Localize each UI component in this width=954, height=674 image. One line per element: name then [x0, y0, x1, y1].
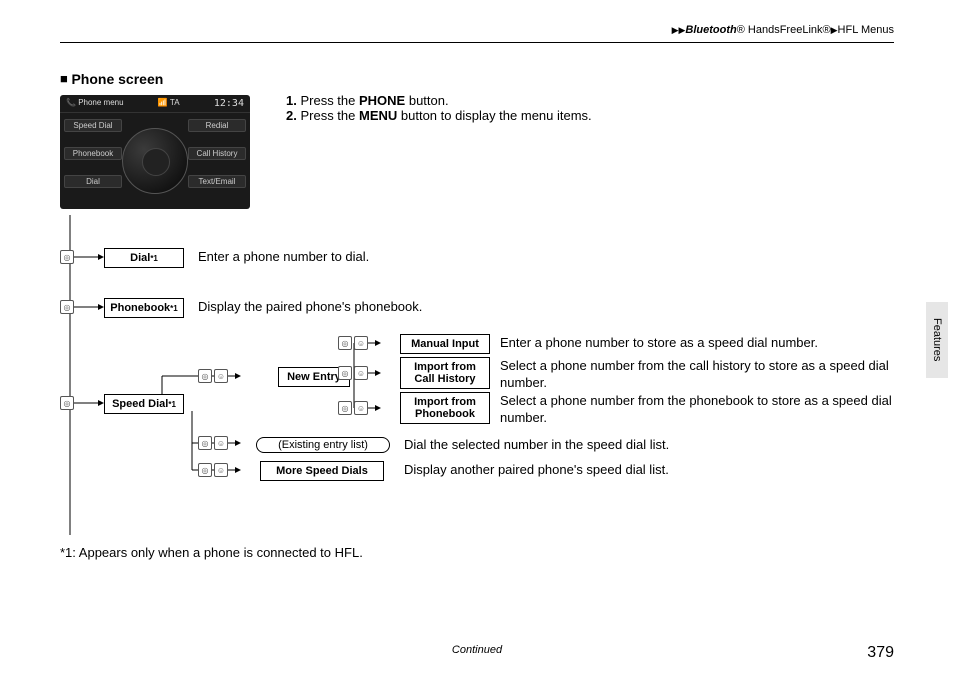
node-import-history: Import from Call History [400, 357, 490, 389]
rotary-icon: ◎ [198, 463, 212, 477]
node-import-phonebook: Import from Phonebook [400, 392, 490, 424]
breadcrumb: ▶▶Bluetooth® HandsFreeLink®▶HFL Menus [60, 24, 894, 43]
press-icon: ☺ [214, 436, 228, 450]
page-number: 379 [867, 644, 894, 662]
desc-existing: Dial the selected number in the speed di… [404, 437, 669, 454]
rotary-icon: ◎ [338, 366, 352, 380]
rotary-icon: ◎ [198, 369, 212, 383]
rotary-icon: ◎ [338, 401, 352, 415]
continued-label: Continued [0, 644, 954, 656]
press-icon: ☺ [354, 401, 368, 415]
node-more-speed-dials: More Speed Dials [260, 461, 384, 481]
side-tab-features: Features [926, 302, 948, 378]
phone-menu-screenshot: 📞 Phone menu 📶 TA 12:34 Speed Dial Redia… [60, 95, 250, 209]
rotary-icon: ◎ [338, 336, 352, 350]
rotary-icon: ◎ [60, 396, 74, 410]
node-phonebook: Phonebook*1 [104, 298, 184, 318]
node-dial: Dial*1 [104, 248, 184, 268]
desc-import-history: Select a phone number from the call hist… [500, 358, 900, 392]
desc-phonebook: Display the paired phone's phonebook. [198, 299, 422, 316]
rotary-icon: ◎ [60, 300, 74, 314]
rotary-icon: ◎ [198, 436, 212, 450]
section-title: Phone screen [60, 71, 894, 87]
instructions: 1. Press the PHONE button. 2. Press the … [250, 87, 592, 123]
node-speeddial: Speed Dial*1 [104, 394, 184, 414]
node-manual: Manual Input [400, 334, 490, 354]
desc-manual: Enter a phone number to store as a speed… [500, 335, 818, 352]
node-existing: (Existing entry list) [256, 437, 390, 453]
rotary-icon: ◎ [60, 250, 74, 264]
press-icon: ☺ [354, 366, 368, 380]
press-icon: ☺ [354, 336, 368, 350]
desc-more: Display another paired phone's speed dia… [404, 462, 669, 479]
desc-import-phonebook: Select a phone number from the phonebook… [500, 393, 900, 427]
press-icon: ☺ [214, 369, 228, 383]
menu-tree-diagram: ◎ Dial*1 Enter a phone number to dial. ◎… [60, 215, 894, 545]
desc-dial: Enter a phone number to dial. [198, 249, 369, 266]
press-icon: ☺ [214, 463, 228, 477]
